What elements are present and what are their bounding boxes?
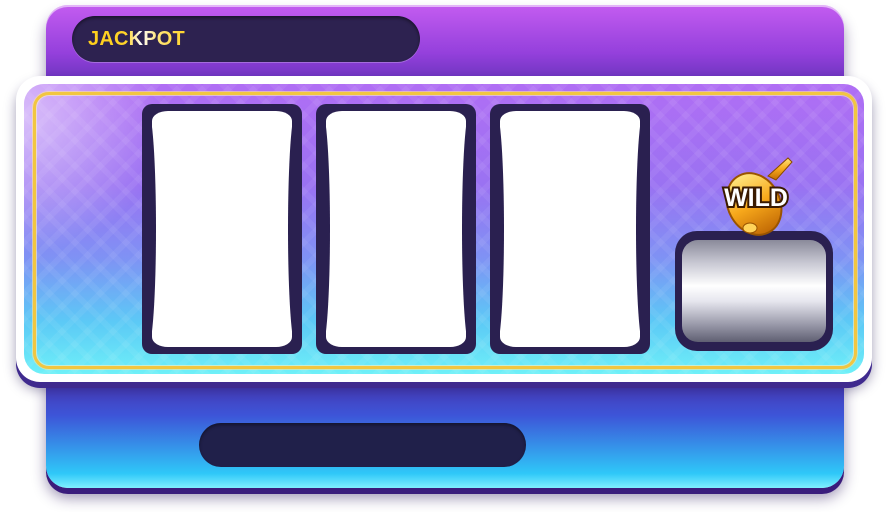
bonus-reel-window [682,240,826,342]
reel-1-window [148,111,296,347]
reel-3-window [496,111,644,347]
golden-wild-symbol-icon: WILD [722,157,793,236]
reel-2-window [322,111,470,347]
jackpot-display: JACKPOT [72,16,420,62]
bonus-reel[interactable] [675,231,833,351]
reel-3[interactable] [490,104,650,354]
wild-label: WILD [724,184,788,212]
jackpot-label: JACKPOT [88,28,185,50]
reel-1[interactable] [142,104,302,354]
bottom-info-bar [199,423,526,467]
reel-2[interactable] [316,104,476,354]
